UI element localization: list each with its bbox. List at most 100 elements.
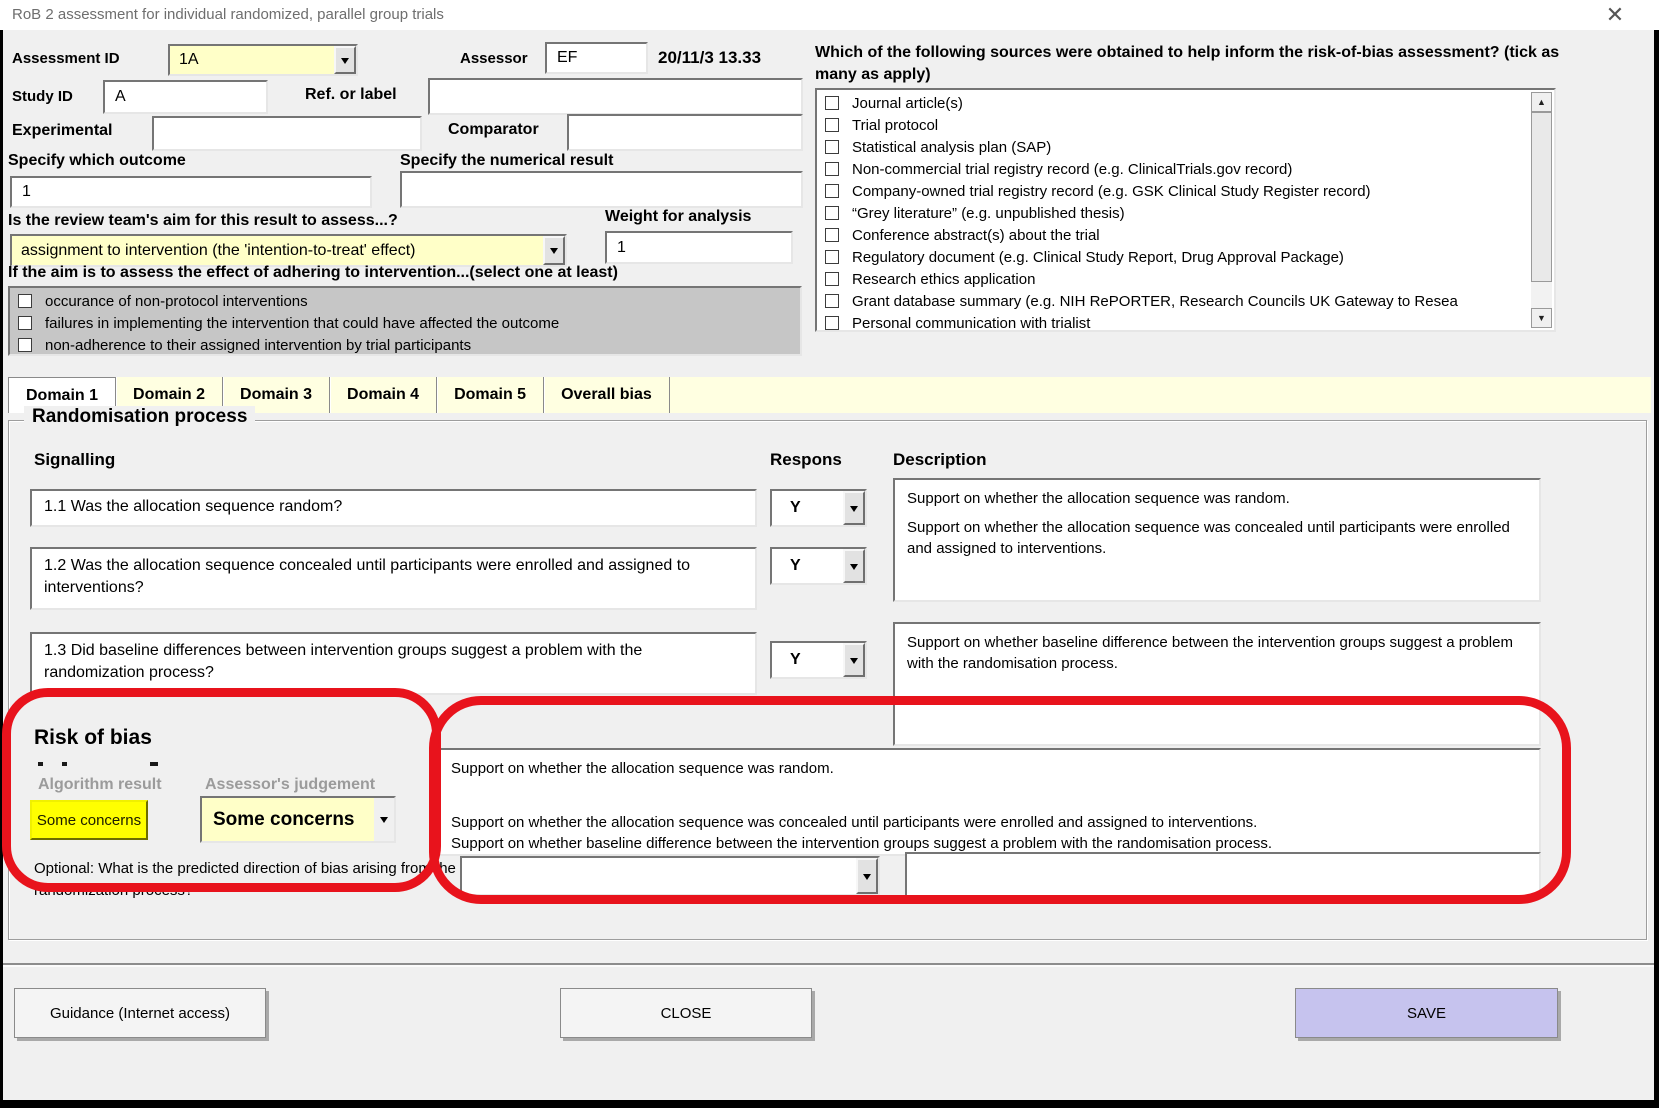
outcome-input[interactable] xyxy=(10,176,372,208)
scrollbar-thumb[interactable] xyxy=(1531,112,1552,282)
algorithm-result-badge: Some concerns xyxy=(30,800,148,840)
assessment-id-combobox[interactable]: 1A xyxy=(168,44,358,76)
checkbox-icon[interactable] xyxy=(825,184,839,198)
list-item[interactable]: failures in implementing the interventio… xyxy=(10,312,800,334)
checkbox-icon[interactable] xyxy=(825,250,839,264)
window-title: RoB 2 assessment for individual randomiz… xyxy=(12,6,444,23)
response-1-3-value: Y xyxy=(772,643,843,677)
window-border-left xyxy=(0,30,3,1108)
aim-label: Is the review team's aim for this result… xyxy=(8,212,398,230)
clipped-text-mark xyxy=(150,762,158,766)
chevron-down-icon[interactable] xyxy=(843,549,865,583)
weight-input[interactable] xyxy=(605,231,793,264)
scroll-up-icon[interactable]: ▲ xyxy=(1531,92,1552,112)
response-1-3-combobox[interactable]: Y xyxy=(770,641,867,679)
question-1-3-box: 1.3 Did baseline differences between int… xyxy=(30,632,757,695)
list-item[interactable]: Conference abstract(s) about the trial xyxy=(817,224,1528,246)
response-1-2-value: Y xyxy=(772,549,843,583)
list-item[interactable]: Company-owned trial registry record (e.g… xyxy=(817,180,1528,202)
groupbox-title: Randomisation process xyxy=(24,406,255,428)
list-item[interactable]: “Grey literature” (e.g. unpublished thes… xyxy=(817,202,1528,224)
checkbox-icon[interactable] xyxy=(18,338,32,352)
tab-domain-5[interactable]: Domain 5 xyxy=(437,377,544,413)
ref-or-label-input[interactable] xyxy=(428,78,803,115)
optional-direction-label: Optional: What is the predicted directio… xyxy=(34,858,458,902)
chevron-down-icon[interactable] xyxy=(543,236,565,265)
description-2-box[interactable]: Support on whether baseline difference b… xyxy=(893,622,1541,746)
adhering-label: If the aim is to assess the effect of ad… xyxy=(8,264,618,282)
experimental-input[interactable] xyxy=(152,116,422,151)
tab-domain-4[interactable]: Domain 4 xyxy=(330,377,437,413)
list-item[interactable]: occurance of non-protocol interventions xyxy=(10,290,800,312)
listbox-scrollbar[interactable]: ▲ ▼ xyxy=(1531,92,1552,328)
sources-listbox[interactable]: Journal article(s) Trial protocol Statis… xyxy=(815,88,1556,332)
source-item-label: “Grey literature” (e.g. unpublished thes… xyxy=(852,205,1125,222)
blank-line xyxy=(439,779,1539,812)
save-button[interactable]: SAVE xyxy=(1295,988,1558,1038)
source-item-label: Regulatory document (e.g. Clinical Study… xyxy=(852,249,1344,266)
source-item-label: Trial protocol xyxy=(852,117,938,134)
source-item-label: Personal communication with trialist xyxy=(852,315,1090,332)
list-item[interactable]: Journal article(s) xyxy=(817,92,1528,114)
list-item[interactable]: Grant database summary (e.g. NIH RePORTE… xyxy=(817,290,1528,312)
window-border-right xyxy=(1654,30,1659,1108)
signalling-header: Signalling xyxy=(34,450,115,470)
chevron-down-icon[interactable] xyxy=(843,491,865,525)
study-id-input[interactable] xyxy=(103,80,268,114)
assessor-label: Assessor xyxy=(460,50,528,67)
checkbox-icon[interactable] xyxy=(825,206,839,220)
guidance-button[interactable]: Guidance (Internet access) xyxy=(14,988,266,1038)
checkbox-icon[interactable] xyxy=(825,228,839,242)
assessment-datetime: 20/11/3 13.33 xyxy=(658,48,761,68)
aim-combobox[interactable]: assignment to intervention (the 'intenti… xyxy=(10,234,567,267)
chevron-down-icon[interactable] xyxy=(334,46,356,74)
scroll-down-icon[interactable]: ▼ xyxy=(1531,308,1552,328)
response-1-1-combobox[interactable]: Y xyxy=(770,489,867,527)
risk-of-bias-support-box[interactable]: Support on whether the allocation sequen… xyxy=(437,748,1541,856)
description-1-line: Support on whether the allocation sequen… xyxy=(895,480,1539,517)
study-id-label: Study ID xyxy=(12,88,73,105)
rob2-dialog: RoB 2 assessment for individual randomiz… xyxy=(0,0,1659,1108)
assessors-judgement-combobox[interactable]: Some concerns xyxy=(200,796,396,843)
chevron-down-icon[interactable] xyxy=(374,798,394,841)
assessor-input[interactable] xyxy=(545,42,648,74)
numerical-result-input[interactable] xyxy=(400,171,803,208)
list-item[interactable]: Personal communication with trialist xyxy=(817,312,1528,332)
footer-divider xyxy=(0,963,1659,967)
list-item[interactable]: Research ethics application xyxy=(817,268,1528,290)
optional-direction-combobox[interactable] xyxy=(460,856,880,896)
close-button[interactable]: CLOSE xyxy=(560,988,812,1038)
list-item[interactable]: Regulatory document (e.g. Clinical Study… xyxy=(817,246,1528,268)
adhering-option-label: failures in implementing the interventio… xyxy=(45,315,559,332)
weight-label: Weight for analysis xyxy=(605,208,751,226)
algorithm-result-label: Algorithm result xyxy=(38,776,162,794)
checkbox-icon[interactable] xyxy=(825,118,839,132)
list-item[interactable]: Trial protocol xyxy=(817,114,1528,136)
checkbox-icon[interactable] xyxy=(825,96,839,110)
optional-direction-support-box[interactable] xyxy=(905,852,1541,900)
comparator-label: Comparator xyxy=(448,121,539,139)
list-item[interactable]: Statistical analysis plan (SAP) xyxy=(817,136,1528,158)
close-icon[interactable]: ✕ xyxy=(1598,1,1632,29)
comparator-input[interactable] xyxy=(567,114,803,151)
checkbox-icon[interactable] xyxy=(825,316,839,330)
checkbox-icon[interactable] xyxy=(18,316,32,330)
list-item[interactable]: Non-commercial trial registry record (e.… xyxy=(817,158,1528,180)
support-line: Support on whether the allocation sequen… xyxy=(439,750,1539,779)
chevron-down-icon[interactable] xyxy=(856,858,878,894)
adhering-options-list: occurance of non-protocol interventions … xyxy=(8,286,802,356)
checkbox-icon[interactable] xyxy=(825,162,839,176)
response-1-2-combobox[interactable]: Y xyxy=(770,547,867,585)
clipped-text-mark xyxy=(62,762,67,766)
assessment-id-value: 1A xyxy=(170,46,334,74)
checkbox-icon[interactable] xyxy=(825,294,839,308)
list-item[interactable]: non-adherence to their assigned interven… xyxy=(10,334,800,356)
tab-overall-bias[interactable]: Overall bias xyxy=(544,377,670,413)
checkbox-icon[interactable] xyxy=(18,294,32,308)
checkbox-icon[interactable] xyxy=(825,272,839,286)
chevron-down-icon[interactable] xyxy=(843,643,865,677)
question-1-2-box: 1.2 Was the allocation sequence conceale… xyxy=(30,547,757,610)
description-1-box[interactable]: Support on whether the allocation sequen… xyxy=(893,478,1541,602)
title-bar: RoB 2 assessment for individual randomiz… xyxy=(0,0,1659,30)
checkbox-icon[interactable] xyxy=(825,140,839,154)
